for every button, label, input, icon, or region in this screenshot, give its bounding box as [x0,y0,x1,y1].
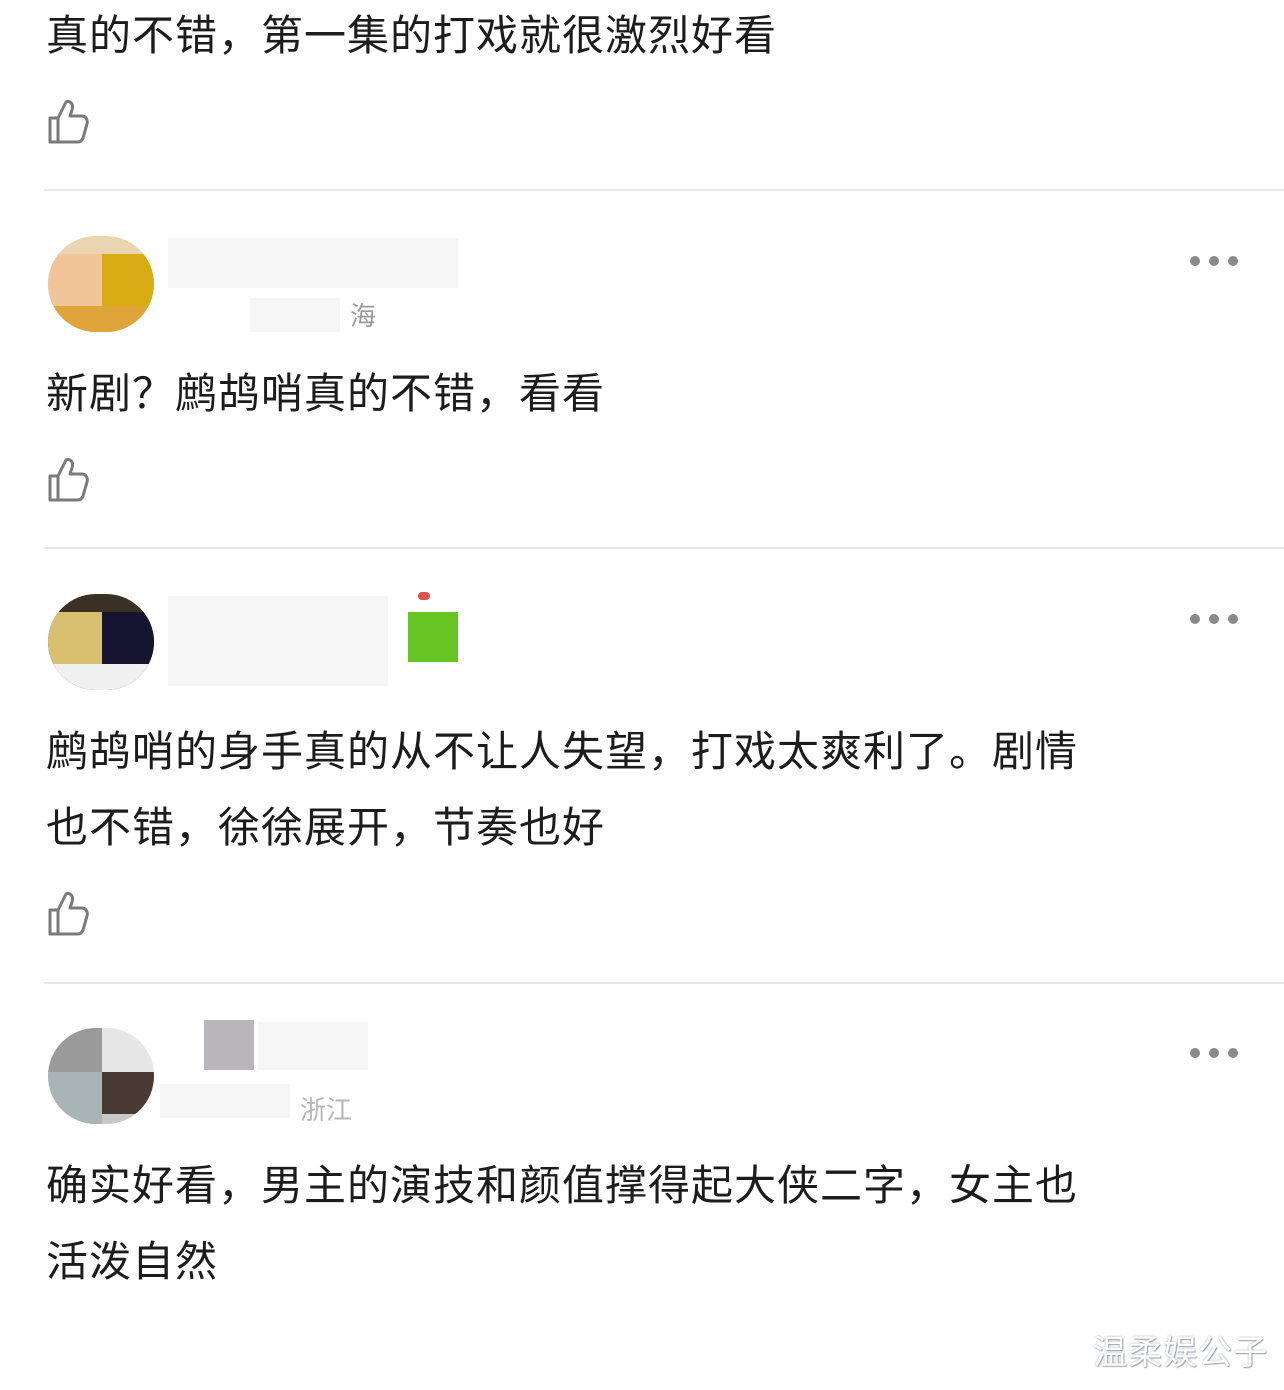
comment-2-like-button[interactable] [46,456,90,504]
more-dot [1209,1048,1219,1058]
more-dot [1209,256,1219,266]
divider-1 [44,189,1284,191]
divider-3 [44,982,1284,984]
username-redacted [204,1020,254,1070]
badge-dot [418,592,430,600]
comment-3-like-button[interactable] [46,890,90,938]
comment-4-more-button[interactable] [1190,1046,1238,1060]
divider-2 [44,547,1284,549]
comment-1-like-button[interactable] [46,98,90,146]
meta-redacted [160,1084,290,1118]
more-dot [1190,1048,1200,1058]
more-dot [1190,614,1200,624]
avatar-segment [102,1072,154,1114]
more-dot [1228,256,1238,266]
avatar-segment [48,1028,102,1072]
username-redacted [258,1022,368,1070]
thumbs-up-icon [48,892,89,936]
avatar-segment [102,254,154,306]
meta-redacted [250,298,340,332]
more-dot [1209,614,1219,624]
avatar-segment [48,612,102,664]
avatar-segment [48,1072,102,1124]
user-badge [408,612,458,662]
comment-3-more-button[interactable] [1190,612,1238,626]
watermark: 温柔娱公子 [1093,1333,1268,1373]
comment-2-location: 海 [350,302,377,332]
more-dot [1228,1048,1238,1058]
comment-4-avatar[interactable] [48,1028,154,1124]
comment-2-more-button[interactable] [1190,254,1238,268]
more-dot [1190,256,1200,266]
comment-4-location: 浙江 [300,1096,353,1126]
thumbs-up-icon [48,100,89,144]
avatar-segment [102,612,154,664]
avatar-segment [102,1028,154,1072]
comment-1-text: 真的不错，第一集的打戏就很激烈好看 [46,11,778,60]
avatar-segment [48,306,154,332]
comment-3-avatar[interactable] [48,594,154,690]
comment-3-text: 鹧鸪哨的身手真的从不让人失望，打戏太爽利了。剧情 也不错，徐徐展开，节奏也好 [46,727,1079,852]
comment-4-text: 确实好看，男主的演技和颜值撑得起大侠二字，女主也 活泼自然 [46,1161,1079,1286]
username-redacted [168,596,388,686]
avatar-segment [48,664,154,690]
thumbs-up-icon [48,458,89,502]
avatar-segment [48,254,102,306]
comment-2-avatar[interactable] [48,236,154,332]
username-redacted [168,238,458,288]
comment-2-text: 新剧？鹧鸪哨真的不错，看看 [46,369,606,418]
more-dot [1228,614,1238,624]
